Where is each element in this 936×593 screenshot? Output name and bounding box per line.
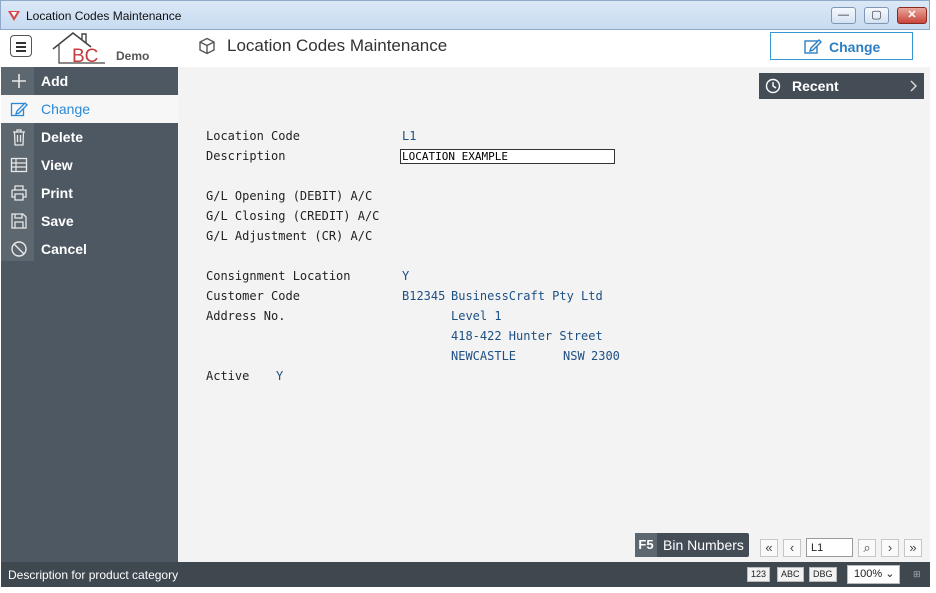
text-mode-button[interactable]: ABC <box>777 567 804 582</box>
sidebar-item-label: View <box>41 157 73 173</box>
sidebar-item-change[interactable]: Change <box>1 95 178 123</box>
double-chevron-left-icon: « <box>765 540 773 555</box>
chevron-right-icon: › <box>887 540 893 555</box>
chevron-left-icon: ‹ <box>789 540 795 555</box>
address-no-label: Address No. <box>206 309 286 323</box>
location-code-label: Location Code <box>206 129 300 143</box>
chevron-right-icon <box>910 80 917 92</box>
sidebar-item-label: Add <box>41 73 69 89</box>
edit-icon <box>804 39 822 54</box>
sidebar-item-print[interactable]: Print <box>1 179 178 207</box>
action-sidebar: Add Change Delete View Print Save Cancel <box>1 67 178 562</box>
sidebar-item-save[interactable]: Save <box>1 207 178 235</box>
search-icon: ⌕ <box>863 540 871 555</box>
logo-text: BC <box>72 46 98 65</box>
page-title: Location Codes Maintenance <box>227 36 448 55</box>
trash-icon <box>13 129 25 146</box>
sidebar-item-label: Cancel <box>41 241 87 257</box>
recent-label: Recent <box>792 78 839 94</box>
customer-code-label: Customer Code <box>206 289 300 303</box>
sidebar-item-delete[interactable]: Delete <box>1 123 178 151</box>
zoom-select[interactable]: 100% ⌄ <box>847 565 900 584</box>
gl-closing-label: G/L Closing (CREDIT) A/C <box>206 209 380 223</box>
address-line-1: Level 1 <box>451 309 502 323</box>
description-label: Description <box>206 149 286 163</box>
logo-caption: Demo <box>116 49 150 63</box>
plus-icon <box>12 74 26 88</box>
address-line-2: 418-422 Hunter Street <box>451 329 603 343</box>
active-label: Active <box>206 369 250 383</box>
chevron-down-icon: ⌄ <box>885 568 895 580</box>
status-bar: Description for product category 123 ABC… <box>1 562 930 587</box>
menu-icon-line <box>16 46 26 48</box>
location-code-value: L1 <box>402 129 417 143</box>
window-titlebar[interactable]: Location Codes Maintenance — ▢ ✕ <box>0 0 930 30</box>
menu-icon <box>16 42 26 44</box>
sidebar-item-view[interactable]: View <box>1 151 178 179</box>
address-postcode: 2300 <box>591 349 620 363</box>
sidebar-item-cancel[interactable]: Cancel <box>1 235 178 263</box>
app-icon <box>8 11 20 21</box>
bin-numbers-button[interactable]: F5 Bin Numbers <box>635 533 749 557</box>
company-logo: BC <box>52 31 105 65</box>
description-value: LOCATION EXAMPLE <box>402 150 508 163</box>
address-state: NSW <box>563 349 585 363</box>
close-button[interactable]: ✕ <box>897 7 927 24</box>
cancel-icon <box>11 241 27 257</box>
sidebar-item-label: Print <box>41 185 73 201</box>
sidebar-item-add[interactable]: Add <box>1 67 178 95</box>
gl-opening-label: G/L Opening (DEBIT) A/C <box>206 189 373 203</box>
consignment-location-value: Y <box>402 269 410 283</box>
window-title: Location Codes Maintenance <box>26 9 182 23</box>
save-icon <box>11 213 27 229</box>
zoom-value: 100% <box>854 568 883 580</box>
sidebar-item-label: Delete <box>41 129 84 145</box>
description-input[interactable]: LOCATION EXAMPLE <box>400 149 615 164</box>
change-button[interactable]: Change <box>770 32 913 60</box>
table-icon <box>10 157 28 173</box>
maximize-button[interactable]: ▢ <box>864 7 889 24</box>
bin-numbers-label: Bin Numbers <box>663 537 744 553</box>
minimize-button[interactable]: — <box>831 7 856 24</box>
status-text: Description for product category <box>8 568 179 582</box>
main-content: Recent Location Code L1 Description LOCA… <box>178 67 930 562</box>
record-code-value: L1 <box>811 542 824 554</box>
minimize-icon: — <box>838 9 849 21</box>
sidebar-item-label: Save <box>41 213 74 229</box>
double-chevron-right-icon: » <box>909 540 917 555</box>
search-record-button[interactable]: ⌕ <box>858 539 876 557</box>
last-record-button[interactable]: » <box>904 539 922 557</box>
numeric-mode-button[interactable]: 123 <box>747 567 771 582</box>
box-icon <box>199 37 215 55</box>
clock-icon <box>765 78 781 94</box>
address-city: NEWCASTLE <box>451 349 517 363</box>
resize-grip-icon[interactable]: ⊞ <box>913 569 921 580</box>
next-record-button[interactable]: › <box>881 539 899 557</box>
sidebar-item-label: Change <box>41 101 91 117</box>
printer-icon <box>11 185 27 201</box>
menu-icon-line <box>16 50 26 52</box>
previous-record-button[interactable]: ‹ <box>783 539 801 557</box>
edit-icon <box>10 102 28 117</box>
record-code-input[interactable]: L1 <box>806 538 853 557</box>
customer-name: BusinessCraft Pty Ltd <box>451 289 603 303</box>
hamburger-menu-button[interactable] <box>10 35 32 57</box>
app-header: BC Demo Location Codes Maintenance Chang… <box>1 30 930 68</box>
active-value: Y <box>276 369 284 383</box>
first-record-button[interactable]: « <box>760 539 778 557</box>
bin-numbers-shortcut: F5 <box>635 533 657 557</box>
close-icon: ✕ <box>907 9 917 21</box>
customer-code-value: B12345 <box>402 289 446 303</box>
gl-adjustment-label: G/L Adjustment (CR) A/C <box>206 229 373 243</box>
maximize-icon: ▢ <box>871 9 882 21</box>
consignment-location-label: Consignment Location <box>206 269 351 283</box>
recent-button[interactable]: Recent <box>759 73 924 99</box>
change-button-label: Change <box>829 39 881 55</box>
debug-button[interactable]: DBG <box>809 567 837 582</box>
